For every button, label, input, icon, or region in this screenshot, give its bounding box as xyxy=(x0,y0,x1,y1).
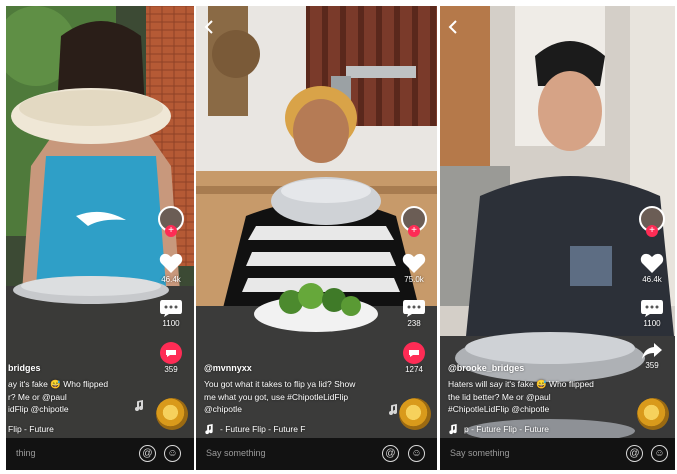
back-chevron-icon[interactable] xyxy=(448,20,458,34)
comment-icon[interactable] xyxy=(402,298,426,318)
action-rail: + 46.4k 1100 359 xyxy=(635,206,669,370)
comment-count: 238 xyxy=(407,319,421,328)
caption-line: me what you got, use #ChipotleLidFlip xyxy=(204,391,349,402)
music-ticker[interactable]: Flip - Future xyxy=(8,424,54,434)
music-ticker[interactable]: p - Future Flip - Future xyxy=(464,424,549,434)
comment-bar[interactable]: thing @ ☺ xyxy=(6,438,194,470)
action-rail: + 75.0k 238 1274 xyxy=(397,206,431,374)
creator-avatar[interactable]: + xyxy=(639,206,665,237)
music-note-icon xyxy=(205,424,213,435)
caption-line: idFlip @chipotle xyxy=(8,404,69,414)
caption: Haters will say it's fake 😅 Who flipped … xyxy=(448,378,628,416)
video-panel-3[interactable]: + 46.4k 1100 359 @brooke_bridges Haters … xyxy=(440,6,675,470)
heart-icon[interactable] xyxy=(402,252,426,274)
comment-input[interactable]: Say something xyxy=(450,448,510,458)
share-icon[interactable] xyxy=(641,342,663,360)
comment-input[interactable]: Say something xyxy=(206,448,266,458)
comment-count: 1100 xyxy=(643,319,661,328)
emoji-icon[interactable]: ☺ xyxy=(164,445,181,462)
caption-line: @chipotle xyxy=(204,404,242,414)
share-count: 1274 xyxy=(405,365,423,374)
caption-line: the lid better? Me or @paul xyxy=(448,391,551,402)
at-icon[interactable]: @ xyxy=(139,445,156,462)
music-ticker[interactable]: - Future Flip - Future F xyxy=(220,424,306,434)
username[interactable]: @brooke_bridges xyxy=(448,363,524,373)
share-icon[interactable] xyxy=(160,342,182,364)
creator-avatar[interactable]: + xyxy=(401,206,427,237)
comment-icon[interactable] xyxy=(159,298,183,318)
heart-icon[interactable] xyxy=(159,252,183,274)
caption-line: You got what it takes to flip ya lid? Sh… xyxy=(204,379,356,389)
comment-bar[interactable]: Say something @ ☺ xyxy=(196,438,437,470)
follow-plus-icon[interactable]: + xyxy=(408,225,420,237)
share-count: 359 xyxy=(164,365,178,374)
music-note-icon xyxy=(135,400,143,411)
back-chevron-icon[interactable] xyxy=(204,20,214,34)
at-icon[interactable]: @ xyxy=(626,445,643,462)
caption: ay it's fake 😅 Who flipped r? Me or @pau… xyxy=(8,378,153,416)
creator-avatar[interactable]: + xyxy=(158,206,184,237)
caption-line: Haters will say it's fake 😅 Who flipped xyxy=(448,379,594,389)
username[interactable]: @mvnnyxx xyxy=(204,363,252,373)
comment-bar[interactable]: Say something @ ☺ xyxy=(440,438,675,470)
username[interactable]: bridges xyxy=(8,363,41,373)
music-disc[interactable] xyxy=(637,398,669,430)
video-panel-2[interactable]: + 75.0k 238 1274 @mvnnyxx You got what i… xyxy=(196,6,437,470)
heart-icon[interactable] xyxy=(640,252,664,274)
emoji-icon[interactable]: ☺ xyxy=(651,445,668,462)
caption-line: #ChipotleLidFlip @chipotle xyxy=(448,404,550,414)
follow-plus-icon[interactable]: + xyxy=(646,225,658,237)
music-note-icon xyxy=(389,404,397,415)
caption: You got what it takes to flip ya lid? Sh… xyxy=(204,378,389,416)
caption-line: ay it's fake 😅 Who flipped xyxy=(8,379,109,389)
emoji-icon[interactable]: ☺ xyxy=(408,445,425,462)
action-rail: + 46.4k 1100 359 xyxy=(154,206,188,374)
share-count: 359 xyxy=(645,361,659,370)
follow-plus-icon[interactable]: + xyxy=(165,225,177,237)
like-count: 46.4k xyxy=(161,275,181,284)
comment-icon[interactable] xyxy=(640,298,664,318)
like-count: 46.4k xyxy=(642,275,662,284)
music-note-icon xyxy=(449,424,457,435)
music-disc[interactable] xyxy=(399,398,431,430)
share-icon[interactable] xyxy=(403,342,425,364)
video-panel-1[interactable]: + 46.4k 1100 359 bridges ay it's fake 😅 … xyxy=(6,6,194,470)
at-icon[interactable]: @ xyxy=(382,445,399,462)
caption-line: r? Me or @paul xyxy=(8,391,67,402)
comment-input[interactable]: thing xyxy=(16,448,36,458)
comment-count: 1100 xyxy=(162,319,180,328)
music-disc[interactable] xyxy=(156,398,188,430)
like-count: 75.0k xyxy=(404,275,424,284)
